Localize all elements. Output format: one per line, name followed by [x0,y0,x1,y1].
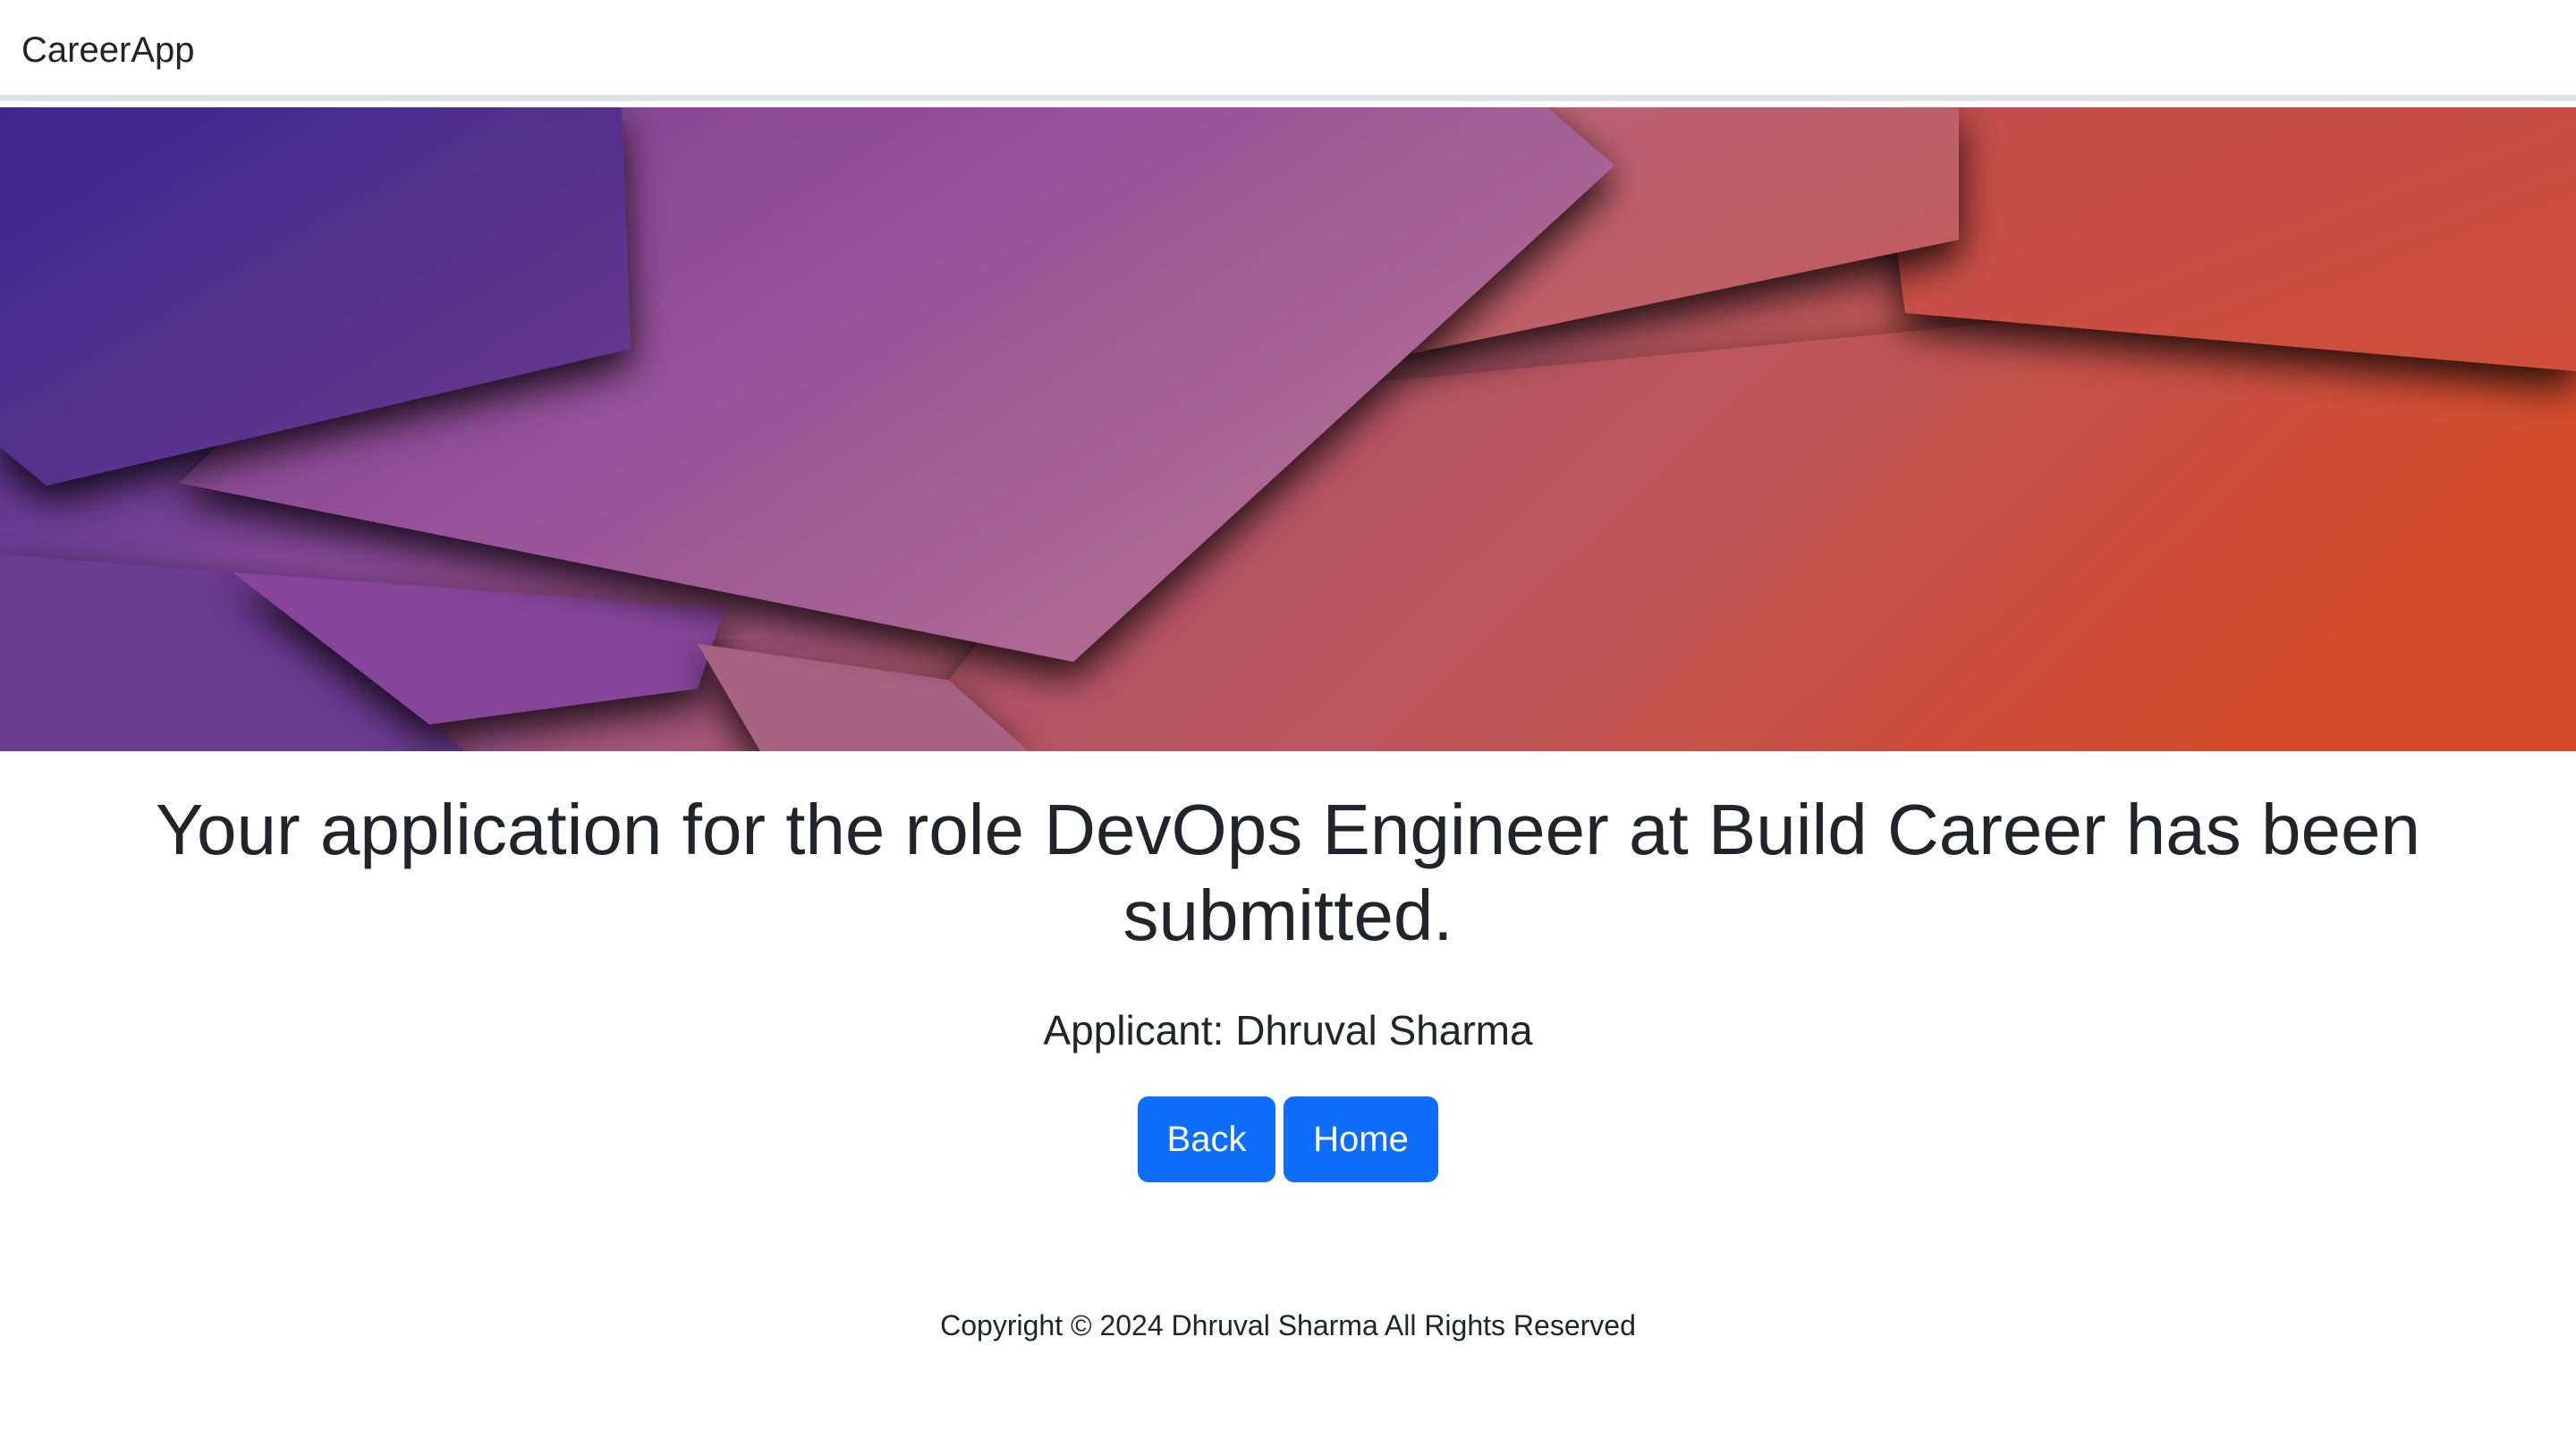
applicant-name: Applicant: Dhruval Sharma [1043,1007,1533,1054]
top-navbar: CareerApp [0,0,2576,101]
action-buttons: Back Home [0,1096,2576,1182]
back-button[interactable]: Back [1138,1096,1275,1182]
footer-copyright: Copyright © 2024 Dhruval Sharma All Righ… [940,1309,1636,1341]
brand-link[interactable]: CareerApp [21,27,194,73]
confirmation-headline: Your application for the role DevOps Eng… [156,790,2420,955]
home-button[interactable]: Home [1284,1096,1438,1182]
hero-banner-image [0,107,2576,751]
confirmation-section: Your application for the role DevOps Eng… [0,787,2576,1182]
